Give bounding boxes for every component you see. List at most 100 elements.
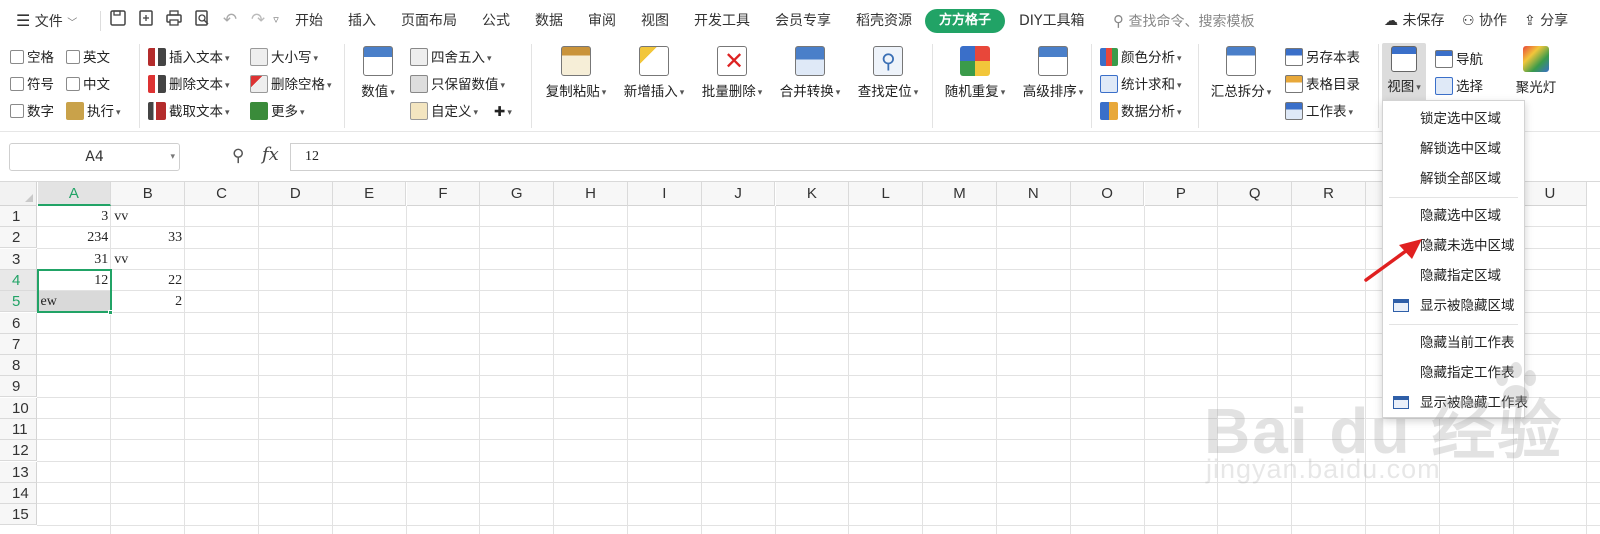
worksheet-button[interactable]: 工作表 ▾	[1285, 100, 1353, 124]
column-header-n[interactable]: N	[996, 182, 1071, 206]
row-header-1[interactable]: 1	[0, 206, 37, 227]
column-header-d[interactable]: D	[258, 182, 333, 206]
column-header-a[interactable]: A	[37, 182, 112, 206]
table-toc-button[interactable]: 表格目录	[1285, 73, 1360, 97]
menu-item-show-hidden-range[interactable]: 显示被隐藏区域	[1383, 292, 1524, 320]
column-header-l[interactable]: L	[849, 182, 924, 206]
menu-item-hide-current-sheet[interactable]: 隐藏当前工作表	[1383, 329, 1524, 357]
tab-member[interactable]: 会员专享	[775, 10, 831, 32]
find-locate-button[interactable]: ⚲ 查找定位 ▾	[853, 46, 923, 102]
checkbox-chinese[interactable]: 中文	[66, 73, 110, 97]
round-button[interactable]: 四舍五入 ▾	[410, 46, 492, 70]
tab-page-layout[interactable]: 页面布局	[401, 10, 457, 32]
tab-review[interactable]: 审阅	[588, 10, 616, 32]
zoom-icon[interactable]: ⚲	[232, 146, 244, 166]
share-button[interactable]: ⇪ 分享	[1524, 10, 1568, 32]
row-header-12[interactable]: 12	[0, 440, 37, 462]
menu-item-unlock-all[interactable]: 解锁全部区域	[1383, 165, 1524, 193]
checkbox-english[interactable]: 英文	[66, 46, 110, 70]
column-header-j[interactable]: J	[701, 182, 776, 206]
menu-item-hide-selected[interactable]: 隐藏选中区域	[1383, 202, 1524, 230]
cell-b4[interactable]: 22	[111, 270, 185, 291]
cell-b5[interactable]: 2	[111, 291, 185, 312]
column-header-b[interactable]: B	[111, 182, 186, 206]
cell-b3[interactable]: vv	[111, 249, 185, 270]
row-header-4[interactable]: 4	[0, 269, 37, 291]
column-header-h[interactable]: H	[554, 182, 628, 206]
tab-insert[interactable]: 插入	[348, 10, 376, 32]
add-button[interactable]: ✚ ▾	[494, 100, 512, 124]
menu-item-unlock-selected[interactable]: 解锁选中区域	[1383, 135, 1524, 163]
cut-text-button[interactable]: 截取文本 ▾	[148, 100, 230, 124]
color-analysis-button[interactable]: 颜色分析 ▾	[1100, 46, 1182, 70]
batch-delete-button[interactable]: ✕ 批量删除 ▾	[697, 46, 767, 102]
keep-value-button[interactable]: 只保留数值 ▾	[410, 73, 505, 97]
cell-a3[interactable]: 31	[38, 249, 112, 270]
column-header-c[interactable]: C	[185, 182, 259, 206]
export-pdf-icon[interactable]	[135, 9, 157, 31]
cell-a4[interactable]: 12	[38, 270, 112, 291]
column-header-o[interactable]: O	[1070, 182, 1145, 206]
random-repeat-button[interactable]: 随机重复 ▾	[940, 46, 1010, 102]
chevron-down-icon[interactable]: ▾	[170, 144, 175, 170]
insert-new-button[interactable]: 新增插入 ▾	[619, 46, 689, 102]
file-menu[interactable]: ☰ 文件 ﹀	[16, 10, 77, 32]
delete-space-button[interactable]: 删除空格 ▾	[250, 73, 332, 97]
row-header-11[interactable]: 11	[0, 419, 37, 440]
name-box[interactable]: A4 ▾	[9, 143, 180, 171]
summary-split-button[interactable]: 汇总拆分 ▾	[1206, 46, 1276, 102]
checkbox-space[interactable]: 空格	[10, 46, 54, 70]
row-header-10[interactable]: 10	[0, 397, 37, 419]
row-header-15[interactable]: 15	[0, 504, 37, 526]
fill-handle[interactable]	[108, 310, 113, 315]
select-all-corner[interactable]	[0, 182, 37, 206]
execute-button[interactable]: 执行 ▾	[66, 100, 121, 124]
column-header-f[interactable]: F	[406, 182, 481, 206]
select-button[interactable]: 选择	[1435, 75, 1483, 99]
cell-a5[interactable]: ew	[38, 291, 112, 312]
unsaved-button[interactable]: ☁ 未保存	[1384, 10, 1444, 32]
command-search[interactable]: ⚲ 查找命令、搜索模板	[1113, 10, 1254, 32]
spotlight-button[interactable]: 聚光灯	[1508, 46, 1564, 98]
merge-convert-button[interactable]: 合并转换 ▾	[775, 46, 845, 102]
row-header-3[interactable]: 3	[0, 248, 37, 270]
tab-docer[interactable]: 稻壳资源	[856, 10, 912, 32]
row-header-5[interactable]: 5	[0, 291, 37, 313]
save-as-sheet-button[interactable]: 另存本表	[1285, 46, 1360, 70]
tab-fangfang[interactable]: 方方格子	[925, 9, 1005, 33]
cell-b1[interactable]: vv	[111, 206, 185, 227]
row-header-9[interactable]: 9	[0, 376, 37, 398]
tab-view[interactable]: 视图	[641, 10, 669, 32]
column-header-r[interactable]: R	[1292, 182, 1366, 206]
formula-input[interactable]: 12	[290, 143, 1390, 171]
collab-button[interactable]: ⚇ 协作	[1462, 10, 1507, 32]
delete-text-button[interactable]: 删除文本 ▾	[148, 73, 230, 97]
advanced-sort-button[interactable]: 高级排序 ▾	[1018, 46, 1088, 102]
tab-formulas[interactable]: 公式	[482, 10, 510, 32]
navigate-button[interactable]: 导航	[1435, 48, 1483, 72]
print-icon[interactable]	[163, 9, 185, 31]
custom-button[interactable]: 自定义 ▾	[410, 100, 478, 124]
column-header-q[interactable]: Q	[1218, 182, 1293, 206]
column-header-e[interactable]: E	[332, 182, 407, 206]
row-header-2[interactable]: 2	[0, 227, 37, 249]
column-header-g[interactable]: G	[480, 182, 555, 206]
checkbox-number[interactable]: 数字	[10, 100, 54, 124]
checkbox-symbol[interactable]: 符号	[10, 73, 54, 97]
case-button[interactable]: 大小写 ▾	[250, 46, 318, 70]
function-icon[interactable]: fx	[262, 144, 279, 165]
insert-text-button[interactable]: 插入文本 ▾	[148, 46, 230, 70]
stat-sum-button[interactable]: 统计求和 ▾	[1100, 73, 1182, 97]
row-header-7[interactable]: 7	[0, 333, 37, 355]
cell-a1[interactable]: 3	[38, 206, 112, 227]
copy-paste-button[interactable]: 复制粘贴 ▾	[541, 46, 611, 102]
data-analysis-button[interactable]: 数据分析 ▾	[1100, 100, 1182, 124]
cell-b2[interactable]: 33	[111, 227, 185, 248]
more-button[interactable]: 更多 ▾	[250, 100, 305, 124]
cell-a2[interactable]: 234	[38, 227, 112, 248]
view-button[interactable]: 视图 ▾	[1382, 43, 1426, 103]
numeric-button[interactable]: 数值 ▾	[356, 46, 400, 102]
column-header-k[interactable]: K	[775, 182, 850, 206]
print-preview-icon[interactable]	[191, 9, 213, 31]
chevron-down-icon[interactable]: ▿	[265, 9, 287, 31]
